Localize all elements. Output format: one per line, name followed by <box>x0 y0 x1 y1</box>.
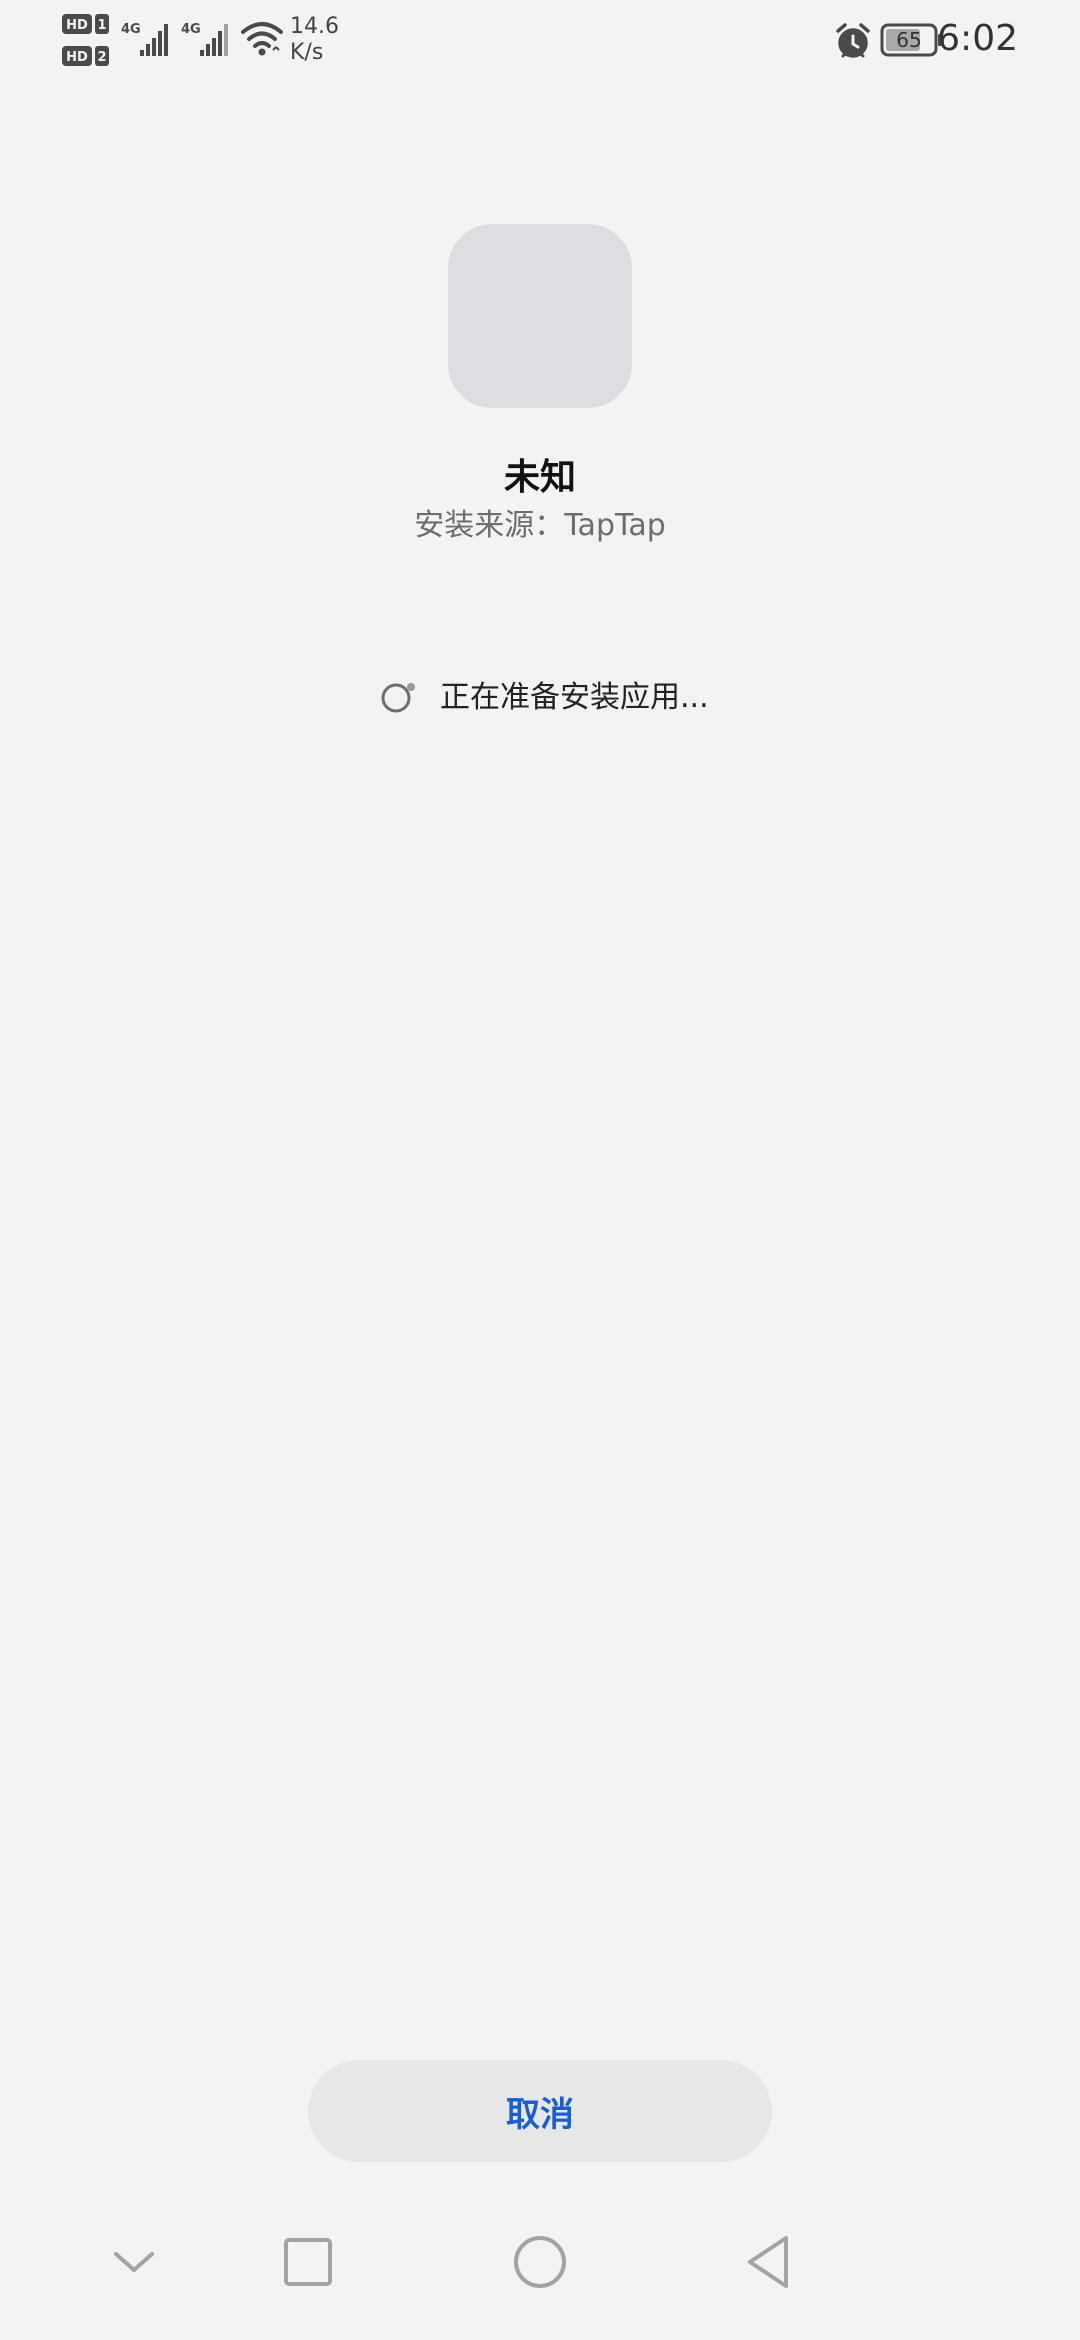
wifi-icon <box>241 22 283 56</box>
network-speed-value: 14.6 <box>290 14 339 39</box>
square-recents-icon[interactable] <box>276 2230 340 2294</box>
svg-text:HD: HD <box>66 18 88 33</box>
status-time: 6:02 <box>937 18 1018 59</box>
navigation-bar <box>0 2230 1080 2330</box>
network-speed: 14.6 K/s <box>290 14 339 66</box>
svg-text:4G: 4G <box>181 22 201 37</box>
triangle-back-icon[interactable] <box>738 2230 802 2294</box>
svg-text:HD: HD <box>66 50 88 65</box>
app-icon-placeholder <box>448 224 632 408</box>
svg-text:2: 2 <box>97 50 106 65</box>
progress-status-text: 正在准备安装应用... <box>440 680 709 715</box>
cancel-button-label: 取消 <box>506 2094 574 2135</box>
chevron-down-icon[interactable] <box>102 2230 166 2294</box>
network-speed-unit: K/s <box>290 40 324 65</box>
svg-text:1: 1 <box>97 18 106 33</box>
app-name: 未知 <box>503 457 576 498</box>
hd-sim-icon: HD 1 HD 2 <box>62 14 109 66</box>
cancel-button[interactable]: 取消 <box>308 2060 772 2162</box>
alarm-icon <box>836 23 870 58</box>
signal-icon: 4G <box>181 22 228 56</box>
battery-level: 65 <box>896 28 922 52</box>
signal-icon: 4G <box>121 22 168 56</box>
install-source: 安装来源：TapTap <box>414 508 666 543</box>
status-bar: HD 1 HD 2 4G 4G 14.6 K/s 65 6:02 <box>0 0 1080 80</box>
circle-home-icon[interactable] <box>508 2230 572 2294</box>
loading-spinner-icon <box>381 683 415 713</box>
svg-text:4G: 4G <box>121 22 141 37</box>
